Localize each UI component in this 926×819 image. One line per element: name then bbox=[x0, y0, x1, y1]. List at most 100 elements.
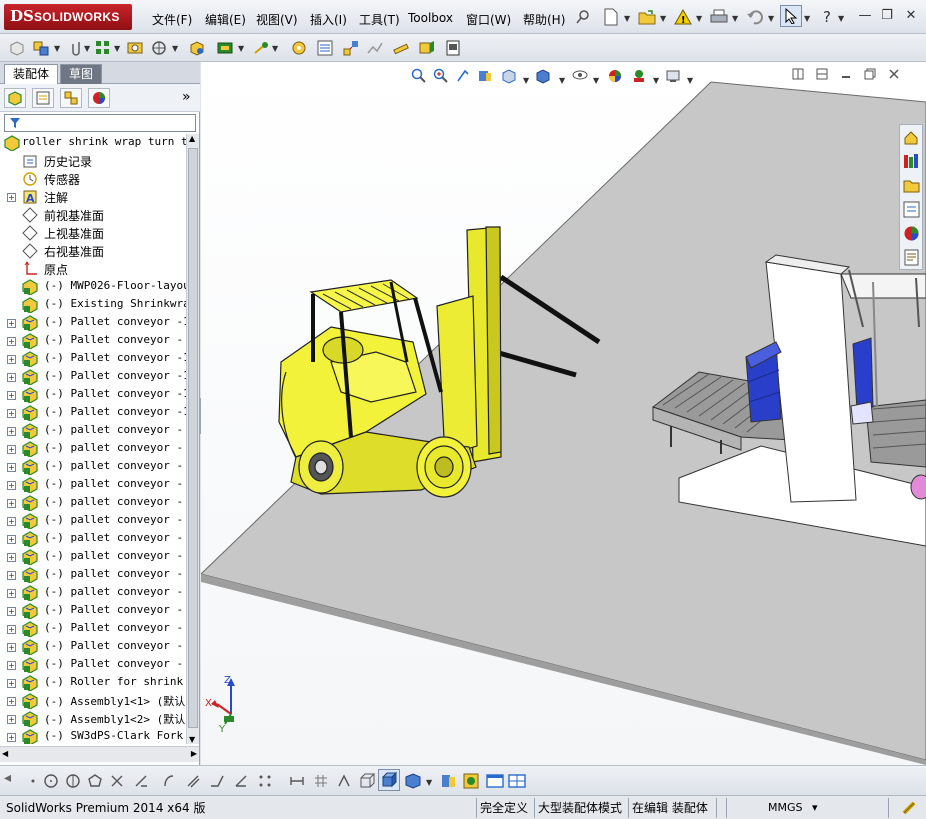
select-cursor-icon[interactable] bbox=[780, 5, 802, 27]
tree-item[interactable]: + (-) pallet conveyor - Lo bbox=[0, 512, 186, 530]
menu-edit[interactable]: 编辑(E) bbox=[205, 11, 246, 28]
tree-item[interactable]: + (-) Pallet conveyor -156 bbox=[0, 368, 186, 386]
viewport-restore-icon[interactable] bbox=[864, 68, 880, 84]
tree-item[interactable]: 右视基准面 bbox=[0, 242, 186, 260]
tree-item[interactable]: + (-) Assembly1<2> (默认) bbox=[0, 710, 186, 728]
viewport-tile-icon[interactable] bbox=[792, 68, 808, 84]
configuration-manager-icon[interactable] bbox=[60, 88, 82, 108]
expand-toggle-icon[interactable]: + bbox=[7, 553, 16, 562]
scroll-thumb[interactable] bbox=[188, 148, 198, 728]
property-manager-icon[interactable] bbox=[32, 88, 54, 108]
display-relations-icon[interactable] bbox=[334, 770, 356, 792]
tree-item[interactable]: + (-) Pallet conveyor -156 bbox=[0, 314, 186, 332]
expand-toggle-icon[interactable]: + bbox=[7, 337, 16, 346]
tree-item[interactable]: + A 注解 bbox=[0, 188, 186, 206]
viewport-minimize-icon[interactable] bbox=[840, 68, 856, 84]
expand-toggle-icon[interactable]: + bbox=[7, 625, 16, 634]
toolbar-scroll-left-icon[interactable]: ◂ bbox=[4, 770, 11, 786]
orientation-dropdown-icon[interactable]: ▼ bbox=[523, 76, 529, 85]
zoom-to-fit-icon[interactable] bbox=[411, 68, 433, 90]
viewport-single-icon[interactable] bbox=[484, 770, 506, 792]
scroll-down-arrow-icon[interactable]: ▼ bbox=[189, 735, 195, 744]
move-component-icon[interactable] bbox=[148, 37, 170, 59]
design-library-icon[interactable] bbox=[902, 152, 921, 171]
custom-properties-icon[interactable] bbox=[902, 248, 921, 267]
expand-toggle-icon[interactable]: + bbox=[7, 715, 16, 724]
display-dropdown-icon[interactable]: ▼ bbox=[426, 778, 432, 787]
help-question-icon[interactable]: ? bbox=[816, 6, 838, 28]
rebuild-dropdown-icon[interactable]: ▼ bbox=[696, 14, 702, 23]
tree-filter-input[interactable] bbox=[4, 114, 196, 132]
previous-view-icon[interactable] bbox=[455, 68, 477, 90]
scroll-left-arrow-icon[interactable]: ◀ bbox=[2, 749, 8, 758]
expand-toggle-icon[interactable]: + bbox=[7, 319, 16, 328]
tree-item[interactable]: + (-) Assembly1<1> (默认) bbox=[0, 692, 186, 710]
menu-toolbox[interactable]: Toolbox bbox=[408, 11, 453, 25]
file-explorer-icon[interactable] bbox=[902, 176, 921, 195]
new-dropdown-icon[interactable]: ▼ bbox=[624, 14, 630, 23]
view-settings-dropdown-icon[interactable]: ▼ bbox=[687, 76, 693, 85]
paperclip-dropdown-icon[interactable]: ▼ bbox=[84, 44, 90, 53]
sheet-view-icon[interactable] bbox=[442, 37, 464, 59]
expand-toggle-icon[interactable]: + bbox=[7, 373, 16, 382]
tree-item[interactable]: + (-) pallet conveyor - Lo bbox=[0, 422, 186, 440]
tree-item[interactable]: + (-) pallet conveyor - Lo bbox=[0, 494, 186, 512]
insert-component-icon[interactable] bbox=[6, 37, 28, 59]
view-settings-icon[interactable] bbox=[665, 68, 687, 90]
open-folder-icon[interactable] bbox=[636, 6, 658, 28]
tree-item[interactable]: + (-) Pallet conveyor - Mo bbox=[0, 332, 186, 350]
expand-toggle-icon[interactable]: + bbox=[7, 517, 16, 526]
units-dropdown-icon[interactable]: ▾ bbox=[812, 799, 818, 817]
tree-vertical-scrollbar[interactable]: ▲ ▼ bbox=[186, 134, 199, 744]
tree-item[interactable]: + (-) Pallet conveyor - Mo bbox=[0, 638, 186, 656]
expand-toggle-icon[interactable]: + bbox=[7, 661, 16, 670]
select-dropdown-icon[interactable]: ▼ bbox=[804, 14, 810, 23]
tree-item[interactable]: + (-) pallet conveyor - Lo bbox=[0, 440, 186, 458]
tree-item[interactable]: + (-) pallet conveyor - Lo bbox=[0, 530, 186, 548]
scroll-up-arrow-icon[interactable]: ▲ bbox=[189, 134, 195, 143]
feature-manager-tree-icon[interactable] bbox=[4, 88, 26, 108]
grid-snap-icon[interactable] bbox=[310, 770, 332, 792]
expand-toggle-icon[interactable]: + bbox=[7, 409, 16, 418]
scene-dropdown-icon[interactable]: ▼ bbox=[653, 76, 659, 85]
tree-item[interactable]: (-) MWP026-Floor-layout- bbox=[0, 278, 186, 296]
shaded-cube-icon[interactable] bbox=[378, 769, 400, 791]
tree-root-assembly[interactable]: roller shrink wrap turn tab bbox=[0, 134, 186, 152]
display-manager-icon[interactable] bbox=[88, 88, 110, 108]
offset-icon[interactable] bbox=[182, 770, 204, 792]
panel-more-chevron-icon[interactable]: » bbox=[182, 89, 191, 105]
tree-item[interactable]: + (-) Pallet conveyor - Mo bbox=[0, 656, 186, 674]
expand-toggle-icon[interactable]: + bbox=[7, 589, 16, 598]
menu-insert[interactable]: 插入(I) bbox=[310, 11, 347, 28]
mate-dropdown-icon[interactable]: ▼ bbox=[54, 44, 60, 53]
tree-item[interactable]: + (-) Pallet conveyor - Mo bbox=[0, 602, 186, 620]
tree-horizontal-scrollbar[interactable]: ◀ ▶ bbox=[0, 746, 199, 762]
display-style-icon[interactable] bbox=[535, 68, 557, 90]
wireframe-cube-icon[interactable] bbox=[356, 770, 378, 792]
viewport-split-icon[interactable] bbox=[816, 68, 832, 84]
tree-item[interactable]: 上视基准面 bbox=[0, 224, 186, 242]
close-icon[interactable]: ✕ bbox=[902, 8, 920, 24]
tree-item[interactable]: + (-) pallet conveyor - Lo bbox=[0, 548, 186, 566]
reference-geometry-icon[interactable] bbox=[250, 37, 272, 59]
section-view-icon[interactable] bbox=[477, 68, 499, 90]
extend-icon[interactable] bbox=[130, 770, 152, 792]
show-hidden-icon[interactable] bbox=[186, 37, 208, 59]
solidworks-resources-icon[interactable] bbox=[902, 128, 921, 147]
hide-show-dropdown-icon[interactable]: ▼ bbox=[593, 76, 599, 85]
expand-toggle-icon[interactable]: + bbox=[7, 679, 16, 688]
interference-detection-icon[interactable] bbox=[390, 37, 412, 59]
perimeter-circle-icon[interactable] bbox=[62, 770, 84, 792]
menu-window[interactable]: 窗口(W) bbox=[466, 11, 511, 28]
apply-scene-icon[interactable] bbox=[631, 68, 653, 90]
explode-line-sketch-icon[interactable] bbox=[364, 37, 386, 59]
tree-item[interactable]: + (-) pallet conveyor - Lo bbox=[0, 566, 186, 584]
exploded-view-icon[interactable] bbox=[340, 37, 362, 59]
rebuild-warning-icon[interactable]: ! bbox=[672, 6, 694, 28]
tree-item[interactable]: + (-) pallet conveyor - Lo bbox=[0, 476, 186, 494]
tree-item[interactable]: + (-) Pallet conveyor - Mo bbox=[0, 620, 186, 638]
rebuild-status-icon[interactable] bbox=[898, 797, 920, 819]
expand-toggle-icon[interactable]: + bbox=[7, 535, 16, 544]
tree-item[interactable]: + (-) Pallet conveyor -156 bbox=[0, 386, 186, 404]
expand-toggle-icon[interactable]: + bbox=[7, 481, 16, 490]
